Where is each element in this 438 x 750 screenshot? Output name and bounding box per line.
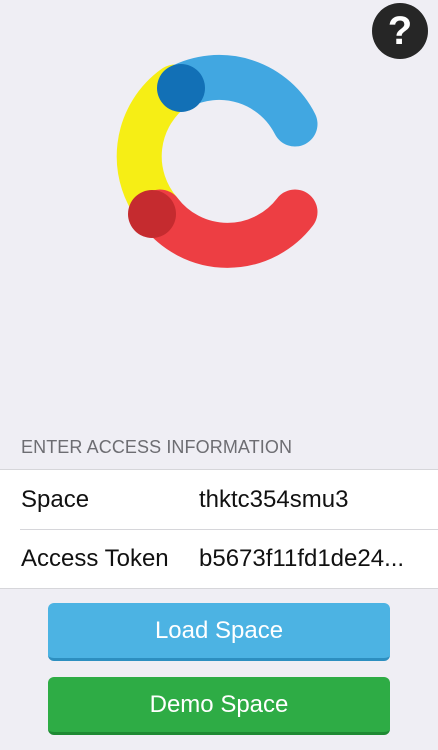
- question-mark-icon: ?: [387, 9, 413, 53]
- logo-blue-dot: [157, 64, 205, 112]
- access-token-label: Access Token: [21, 544, 169, 572]
- demo-space-button[interactable]: Demo Space: [48, 677, 390, 735]
- load-space-button[interactable]: Load Space: [48, 603, 390, 661]
- logo-red-dot: [128, 190, 176, 238]
- access-form: Space thktc354smu3 Access Token b5673f11…: [0, 469, 438, 589]
- section-header: ENTER ACCESS INFORMATION: [21, 437, 293, 457]
- access-token-field[interactable]: b5673f11fd1de24...: [199, 545, 414, 573]
- access-token-row[interactable]: Access Token b5673f11fd1de24...: [0, 529, 438, 588]
- space-row[interactable]: Space thktc354smu3: [0, 470, 438, 529]
- help-button[interactable]: ?: [372, 3, 428, 59]
- space-label: Space: [21, 485, 90, 513]
- logo-red-arc: [137, 189, 318, 268]
- contentful-logo: [116, 54, 318, 268]
- space-field[interactable]: thktc354smu3: [199, 486, 414, 514]
